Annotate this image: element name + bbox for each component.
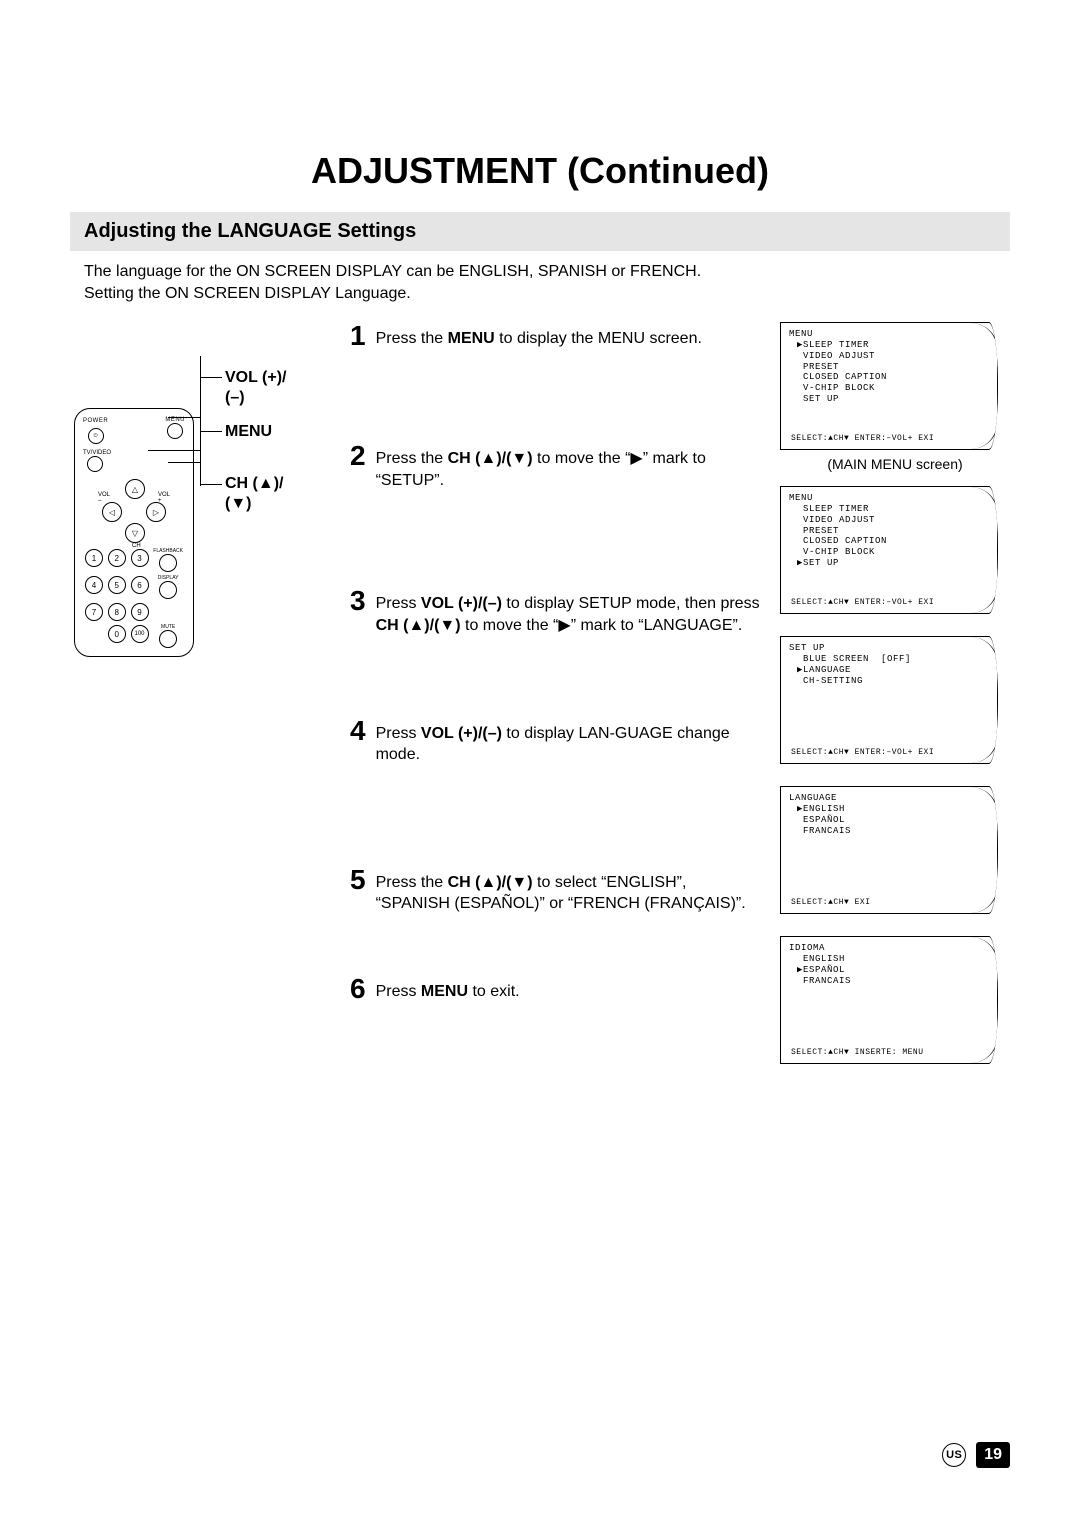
step-number: 4: [350, 717, 366, 745]
mute-label: MUTE: [153, 625, 183, 630]
vol-up-button[interactable]: ▷: [146, 502, 166, 522]
label-menu: MENU: [225, 422, 272, 442]
page-number: 19: [976, 1442, 1010, 1468]
power-button[interactable]: ⏻: [88, 428, 104, 444]
key-5[interactable]: 5: [108, 576, 126, 594]
key-4[interactable]: 4: [85, 576, 103, 594]
osd-footer: SELECT:▲CH▼ ENTER:–VOL+ EXI: [791, 434, 998, 443]
intro-line-1: The language for the ON SCREEN DISPLAY c…: [84, 263, 701, 280]
osd-screen-2: MENU SLEEP TIMER VIDEO ADJUST PRESET CLO…: [780, 486, 998, 614]
mute-button[interactable]: [159, 630, 177, 648]
nav-pad: △ ▽ ◁ ▷ VOL– VOL+ CH: [102, 479, 166, 543]
menu-button[interactable]: [167, 423, 183, 439]
remote-diagram: VOL (+)/(–) MENU CH (▲)/(▼): [70, 322, 330, 762]
tvvideo-button[interactable]: [87, 456, 103, 472]
flashback-label: FLASHBACK: [153, 549, 183, 554]
osd-caption: (MAIN MENU screen): [780, 456, 1010, 472]
label-vol: VOL (+)/(–): [225, 368, 287, 408]
number-pad: 1 2 3 FLASHBACK 4 5 6 DISPLAY 7 8 9 0: [83, 549, 185, 648]
osd-screen-1: MENU ▶SLEEP TIMER VIDEO ADJUST PRESET CL…: [780, 322, 998, 450]
ch-down-button[interactable]: ▽: [125, 523, 145, 543]
power-label: POWER: [83, 418, 108, 424]
step-6: 6 Press MENU to exit.: [350, 975, 760, 1003]
intro-line-2: Setting the ON SCREEN DISPLAY Language.: [84, 285, 411, 302]
label-ch: CH (▲)/(▼): [225, 474, 284, 514]
step-number: 5: [350, 866, 366, 894]
osd-screen-5: IDIOMA ENGLISH ▶ESPAÑOL FRANCAIS SELECT:…: [780, 936, 998, 1064]
section-title: Adjusting the LANGUAGE Settings: [70, 212, 1010, 251]
region-badge: US: [942, 1443, 966, 1467]
osd-title: MENU: [789, 329, 988, 340]
step-2: 2 Press the CH (▲)/(▼) to move the “▶” m…: [350, 442, 760, 491]
osd-screen-3: SET UP BLUE SCREEN [OFF] ▶LANGUAGE CH-SE…: [780, 636, 998, 764]
step-1: 1 Press the MENU to display the MENU scr…: [350, 322, 760, 350]
page-title: ADJUSTMENT (Continued): [70, 150, 1010, 192]
step-5: 5 Press the CH (▲)/(▼) to select “ENGLIS…: [350, 866, 760, 915]
display-button[interactable]: [159, 581, 177, 599]
step-number: 1: [350, 322, 366, 350]
key-7[interactable]: 7: [85, 603, 103, 621]
ch-label: CH: [132, 543, 141, 549]
key-1[interactable]: 1: [85, 549, 103, 567]
key-9[interactable]: 9: [131, 603, 149, 621]
key-6[interactable]: 6: [131, 576, 149, 594]
osd-screen-4: LANGUAGE ▶ENGLISH ESPAÑOL FRANCAIS SELEC…: [780, 786, 998, 914]
step-4: 4 Press VOL (+)/(–) to display LAN-GUAGE…: [350, 717, 760, 766]
key-8[interactable]: 8: [108, 603, 126, 621]
key-100[interactable]: 100: [131, 625, 149, 643]
key-2[interactable]: 2: [108, 549, 126, 567]
page-footer: US 19: [942, 1442, 1010, 1468]
step-3: 3 Press VOL (+)/(–) to display SETUP mod…: [350, 587, 760, 636]
key-3[interactable]: 3: [131, 549, 149, 567]
tvvideo-label: TV/VIDEO: [83, 450, 185, 456]
vol-minus-label: VOL–: [98, 492, 110, 504]
flashback-button[interactable]: [159, 554, 177, 572]
display-label: DISPLAY: [153, 576, 183, 581]
ch-up-button[interactable]: △: [125, 479, 145, 499]
step-number: 6: [350, 975, 366, 1003]
step-number: 3: [350, 587, 366, 615]
vol-plus-label: VOL+: [158, 492, 170, 504]
key-0[interactable]: 0: [108, 625, 126, 643]
vol-down-button[interactable]: ◁: [102, 502, 122, 522]
step-number: 2: [350, 442, 366, 470]
intro-text: The language for the ON SCREEN DISPLAY c…: [70, 261, 1010, 304]
